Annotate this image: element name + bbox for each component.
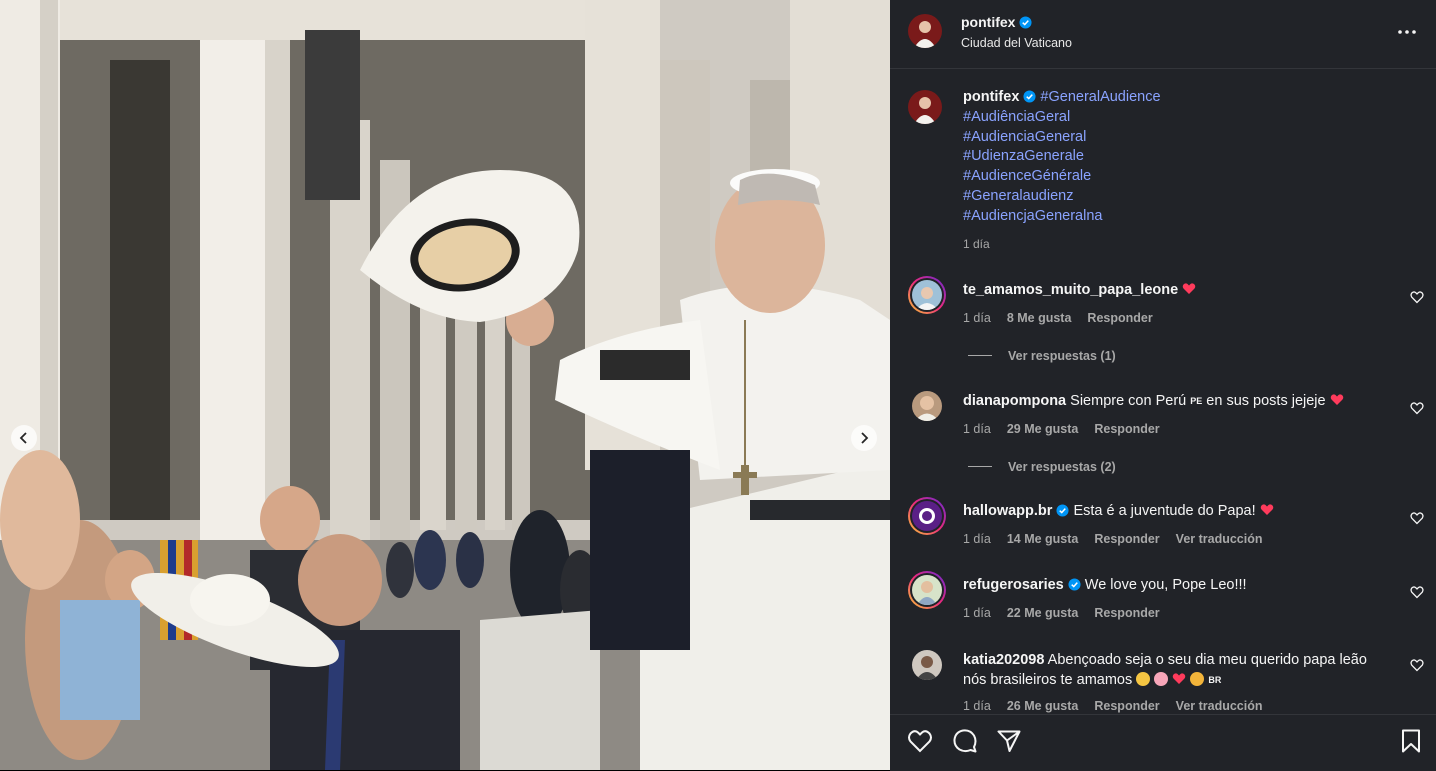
heart-emoji-icon	[1260, 504, 1273, 515]
caption-author-avatar[interactable]	[908, 90, 942, 124]
heart-icon[interactable]	[1410, 290, 1424, 304]
post-photo	[0, 0, 890, 770]
commenter-avatar[interactable]	[908, 571, 946, 609]
comment-likes[interactable]: 29 Me gusta	[1007, 422, 1079, 436]
post-side-panel: pontifex Ciudad del Vaticano pontifex #G…	[890, 0, 1436, 771]
heart-icon[interactable]	[1410, 585, 1424, 599]
comment-text: Siempre con Perú	[1070, 393, 1187, 409]
commenter-avatar[interactable]	[908, 497, 946, 535]
comment-username[interactable]: te_amamos_muito_papa_leone	[963, 282, 1178, 298]
verified-badge-icon	[1056, 504, 1069, 517]
comment-likes[interactable]: 22 Me gusta	[1007, 606, 1079, 620]
comment-likes[interactable]: 14 Me gusta	[1007, 532, 1079, 546]
comment-username[interactable]: dianapompona	[963, 393, 1066, 409]
commenter-avatar[interactable]	[908, 646, 946, 684]
translate-button[interactable]: Ver traducción	[1176, 532, 1263, 546]
caption-time[interactable]: 1 día	[963, 237, 990, 251]
comment-time[interactable]: 1 día	[963, 311, 991, 325]
heart-emoji-icon	[1173, 673, 1186, 684]
heart-icon[interactable]	[1410, 511, 1424, 525]
comment-username[interactable]: katia202098	[963, 652, 1044, 668]
view-replies-label: Ver respuestas (2)	[1008, 460, 1116, 474]
reply-button[interactable]: Responder	[1094, 699, 1159, 713]
comment-time[interactable]: 1 día	[963, 422, 991, 436]
hashtag-link[interactable]: #AudienciaGeneral	[963, 128, 1161, 148]
hashtag-link[interactable]: #AudienceGénérale	[963, 167, 1161, 187]
post-header: pontifex Ciudad del Vaticano	[890, 0, 1436, 69]
comment-time[interactable]: 1 día	[963, 606, 991, 620]
comment-time[interactable]: 1 día	[963, 532, 991, 546]
share-icon[interactable]	[996, 728, 1022, 754]
hashtag-link[interactable]: #AudiênciaGeral	[963, 108, 1161, 128]
praying-hands-emoji-icon	[1136, 672, 1151, 686]
next-photo-button[interactable]	[851, 425, 877, 451]
commenter-avatar[interactable]	[908, 387, 946, 425]
view-replies-link[interactable]: Ver respuestas (2)	[968, 460, 1116, 474]
reply-button[interactable]: Responder	[1094, 532, 1159, 546]
comment-likes[interactable]: 8 Me gusta	[1007, 311, 1072, 325]
hashtag-link[interactable]: #Generalaudienz	[963, 187, 1161, 207]
author-username[interactable]: pontifex	[961, 14, 1015, 30]
heart-emoji-icon	[1182, 283, 1196, 294]
previous-photo-button[interactable]	[11, 425, 37, 451]
verified-badge-icon	[1068, 578, 1081, 591]
comment-icon[interactable]	[952, 728, 978, 754]
hashtag-link[interactable]: #AudiencjaGeneralna	[963, 207, 1161, 227]
reply-button[interactable]: Responder	[1087, 311, 1152, 325]
reply-button[interactable]: Responder	[1094, 606, 1159, 620]
commenter-avatar[interactable]	[908, 276, 946, 314]
author-avatar[interactable]	[908, 14, 942, 48]
post-location[interactable]: Ciudad del Vaticano	[961, 36, 1072, 50]
heart-icon[interactable]	[907, 728, 933, 754]
translate-button[interactable]: Ver traducción	[1176, 699, 1263, 713]
verified-badge-icon	[1019, 16, 1032, 29]
verified-badge-icon	[1023, 90, 1036, 103]
pope-greeting-crowd-image	[0, 0, 890, 770]
reply-button[interactable]: Responder	[1094, 422, 1159, 436]
chevron-left-icon	[19, 432, 27, 444]
comment-time[interactable]: 1 día	[963, 699, 991, 713]
brazil-flag-emoji: BR	[1208, 675, 1222, 685]
comment-text: Esta é a juventude do Papa!	[1073, 503, 1256, 519]
bookmark-icon[interactable]	[1398, 728, 1424, 754]
raised-hands-emoji-icon	[1190, 672, 1205, 686]
more-options-icon[interactable]	[1396, 22, 1418, 42]
comment-username[interactable]: hallowapp.br	[963, 503, 1052, 519]
comment-text: We love you, Pope Leo!!!	[1084, 577, 1247, 593]
hashtag-link[interactable]: #GeneralAudience	[1040, 89, 1160, 105]
peru-flag-emoji: PE	[1190, 396, 1203, 406]
heart-icon[interactable]	[1410, 401, 1424, 415]
chevron-right-icon	[861, 432, 869, 444]
heart-eyes-emoji-icon	[1154, 672, 1169, 686]
view-replies-label: Ver respuestas (1)	[1008, 349, 1116, 363]
comment-text-continued: en sus posts jejeje	[1206, 393, 1326, 409]
caption-username[interactable]: pontifex	[963, 89, 1019, 105]
heart-icon[interactable]	[1410, 658, 1424, 672]
heart-emoji-icon	[1330, 394, 1343, 405]
post-actions-bar	[890, 714, 1436, 771]
comment-likes[interactable]: 26 Me gusta	[1007, 699, 1079, 713]
comment-username[interactable]: refugerosaries	[963, 577, 1064, 593]
view-replies-link[interactable]: Ver respuestas (1)	[968, 349, 1116, 363]
hashtag-link[interactable]: #UdienzaGenerale	[963, 147, 1161, 167]
